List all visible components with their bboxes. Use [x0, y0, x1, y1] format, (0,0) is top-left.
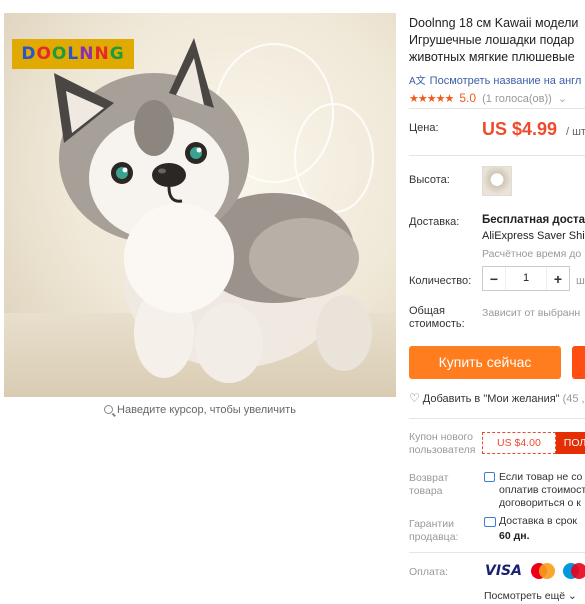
rating-value: 5.0 — [459, 91, 477, 105]
wishlist-count: (45 , — [562, 393, 585, 405]
divider — [409, 108, 585, 109]
translate-link-text: Посмотреть название на англ — [429, 75, 582, 87]
payment-label: Оплата: — [409, 566, 449, 578]
rating-count: (1 голоса(ов)) — [482, 93, 552, 105]
return-policy-text: Если товар не со оплатив стоимост догово… — [484, 471, 585, 510]
delivery-days: 60 дн. — [499, 530, 530, 542]
return-policy-line: договориться о к — [499, 497, 581, 509]
quantity-input[interactable]: 1 — [505, 267, 547, 290]
visa-icon: VISA — [485, 563, 522, 579]
quantity-stepper: − 1 + — [482, 266, 570, 291]
quantity-increase-button[interactable]: + — [547, 271, 569, 287]
quantity-label: Количество: — [409, 275, 472, 287]
product-main-image[interactable]: D O O L N N G — [4, 13, 396, 397]
logo-letter: G — [109, 44, 125, 64]
mastercard-icon — [531, 563, 555, 579]
shipping-method: AliExpress Saver Shi — [482, 230, 585, 242]
quantity-unit: ш — [576, 275, 585, 287]
logo-letter: D — [21, 44, 37, 64]
on-time-delivery-text: Доставка в срок — [499, 515, 578, 527]
shipping-estimate: Расчётное время до — [482, 248, 582, 260]
shipping-label: Доставка: — [409, 216, 460, 228]
husky-plush-toy — [54, 38, 372, 383]
translate-icon: A文 — [409, 76, 426, 87]
more-payment-methods-link[interactable]: Посмотреть ещё ⌄ — [484, 590, 577, 602]
return-policy-line: Если товар не со — [499, 471, 583, 483]
buy-now-button[interactable]: Купить сейчас — [409, 346, 561, 379]
wishlist-label: Добавить в "Мои желания" — [422, 393, 560, 405]
total-cost-label: Общая стоимость: — [409, 305, 465, 330]
variant-thumbnail[interactable] — [482, 166, 512, 196]
return-policy-line: оплатив стоимост — [499, 484, 585, 496]
product-info-panel: Doolnng 18 см Kawaii модели Игрушечные л… — [409, 0, 585, 604]
translate-title-link[interactable]: A文 Посмотреть название на англ — [409, 72, 581, 87]
logo-letter: L — [67, 44, 80, 64]
total-cost-note: Зависит от выбранн — [482, 307, 581, 319]
truck-icon — [484, 517, 496, 527]
rating-summary[interactable]: ★★★★★ 5.0 (1 голоса(ов)) ⌄ — [409, 91, 567, 105]
get-coupon-button[interactable]: ПОЛ — [555, 432, 585, 454]
price-value: US $4.99 — [482, 119, 558, 139]
chevron-down-icon: ⌄ — [557, 93, 568, 105]
brand-logo: D O O L N N G — [12, 39, 134, 69]
quantity-decrease-button[interactable]: − — [483, 271, 505, 287]
heart-icon: ♡ — [409, 391, 420, 405]
product-title-line: Игрушечные лошадки подар — [409, 33, 575, 47]
logo-letter: O — [51, 44, 68, 64]
height-label: Высота: — [409, 174, 450, 186]
seller-guarantee-label: Гарантии продавца: — [409, 518, 459, 543]
divider — [409, 552, 585, 553]
new-user-coupon: US $4.00 ПОЛ — [482, 432, 585, 454]
product-title-line: Doolnng 18 см Kawaii модели — [409, 16, 579, 30]
divider — [409, 418, 585, 419]
product-title-line: животных мягкие плюшевые — [409, 50, 575, 64]
divider — [409, 155, 585, 156]
return-policy-label: Возврат товара — [409, 472, 449, 497]
more-payment-text: Посмотреть ещё — [484, 590, 566, 602]
logo-letter: O — [36, 44, 52, 64]
chevron-down-icon: ⌄ — [568, 590, 577, 602]
zoom-hint: Наведите курсор, чтобы увеличить — [0, 404, 400, 416]
logo-letter: N — [94, 44, 110, 64]
zoom-hint-text: Наведите курсор, чтобы увеличить — [117, 404, 296, 416]
shipping-cost[interactable]: Бесплатная доставк — [482, 214, 585, 226]
add-to-wishlist-link[interactable]: ♡ Добавить в "Мои желания" (45 , — [409, 391, 585, 405]
product-title: Doolnng 18 см Kawaii модели Игрушечные л… — [409, 15, 585, 66]
maestro-icon — [563, 563, 585, 579]
logo-letter: N — [79, 44, 95, 64]
price-label: Цена: — [409, 122, 439, 134]
coupon-label: Купон нового пользователя — [409, 431, 476, 456]
rating-stars-icon: ★★★★★ — [409, 93, 454, 105]
add-to-cart-button[interactable] — [572, 346, 585, 379]
coupon-amount: US $4.00 — [482, 432, 556, 454]
magnifier-icon — [104, 405, 114, 414]
price-unit: / шт — [566, 126, 585, 138]
